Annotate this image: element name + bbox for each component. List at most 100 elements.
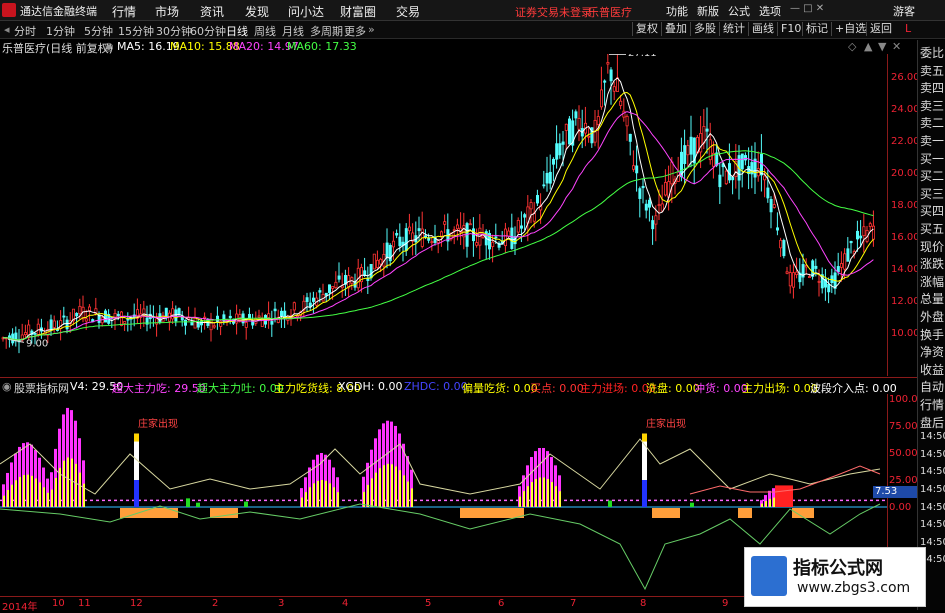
quote-panel-item[interactable]: 涨跌	[920, 255, 944, 272]
menu-zixun[interactable]: 资讯	[200, 3, 224, 20]
candle-body	[699, 133, 703, 153]
chihuo-bar	[769, 498, 771, 507]
menu-hangqing[interactable]: 行情	[112, 3, 136, 20]
candle-body	[641, 185, 645, 189]
quote-panel-item[interactable]: 卖五	[920, 62, 944, 79]
btn-f10[interactable]: F10	[777, 22, 804, 36]
chihuo-bar	[371, 478, 373, 507]
menu-gongneng[interactable]: 功能	[666, 3, 688, 19]
chihuo-bar	[301, 497, 303, 507]
chihuo-bar	[391, 464, 393, 507]
menu-wenxiaoda[interactable]: 问小达	[288, 3, 324, 20]
candle-body	[766, 187, 770, 199]
btn-fanhui[interactable]: 返回	[866, 22, 895, 36]
up-icon[interactable]: ▲	[864, 40, 872, 53]
quote-panel-item[interactable]: 14:50	[920, 466, 945, 477]
menu-shichang[interactable]: 市场	[155, 3, 179, 20]
candle-body	[507, 230, 511, 237]
close-icon[interactable]: ✕	[892, 40, 901, 53]
quote-panel-item[interactable]: 买四	[920, 202, 944, 219]
quote-panel-item[interactable]: 涨幅	[920, 273, 944, 290]
period-15min[interactable]: 15分钟	[118, 23, 154, 39]
x-tick-label: 9	[722, 598, 729, 609]
btn-diejia[interactable]: 叠加	[661, 22, 690, 36]
watermark-url: www.zbgs3.com	[797, 580, 911, 596]
menu-jiaoyi[interactable]: 交易	[396, 3, 420, 20]
btn-biaoji[interactable]: 标记	[802, 22, 831, 36]
period-more[interactable]: 更多	[344, 23, 366, 39]
candle-body	[78, 305, 82, 314]
level-badge: L	[905, 22, 912, 35]
menu-faxian[interactable]: 发现	[245, 3, 269, 20]
period-monthly[interactable]: 月线	[282, 23, 304, 39]
quote-panel-item[interactable]: 委比	[920, 44, 944, 61]
quote-panel-item[interactable]: 行情	[920, 396, 944, 413]
guest-label[interactable]: 游客	[893, 3, 915, 19]
quote-panel-item[interactable]: 14:50	[920, 431, 945, 442]
window-controls[interactable]: — □ ✕	[790, 3, 824, 14]
login-notice[interactable]: 证券交易未登录	[515, 4, 592, 20]
btn-tongji[interactable]: 统计	[719, 22, 748, 36]
chevron-right-icon[interactable]: »	[368, 23, 375, 36]
candle-body	[494, 236, 498, 239]
quote-panel-item[interactable]: 买二	[920, 167, 944, 184]
diamond-icon[interactable]: ◇	[848, 40, 856, 53]
menu-xuanxiang[interactable]: 选项	[759, 3, 781, 19]
quote-panel-item[interactable]: 买五	[920, 220, 944, 237]
candle-body	[555, 143, 559, 160]
quote-panel-item[interactable]: 现价	[920, 238, 944, 255]
period-30min[interactable]: 30分钟	[156, 23, 192, 39]
tu-bar	[244, 501, 248, 507]
indicator-legend: ◉ 股票指标网 V4: 29.50 超大主力吃: 29.50 超大主力吐: 0.…	[0, 380, 917, 395]
period-60min[interactable]: 60分钟	[190, 23, 226, 39]
quote-panel-item[interactable]: 盘后	[920, 414, 944, 431]
candle-body	[654, 215, 658, 225]
period-5min[interactable]: 5分钟	[84, 23, 113, 39]
chihuo-bar	[3, 495, 5, 507]
menu-xinban[interactable]: 新版	[697, 3, 719, 19]
candle-body	[120, 311, 124, 326]
btn-fuquan[interactable]: 复权	[632, 22, 661, 36]
menu-gongshi[interactable]: 公式	[728, 3, 750, 19]
candle-body	[772, 204, 776, 208]
settings-icon[interactable]: ◉	[104, 40, 114, 53]
x-tick-label: 11	[78, 598, 91, 609]
chevron-left-icon[interactable]: ◂	[4, 23, 10, 36]
price-chart[interactable]: 27.11 9.00	[0, 54, 887, 376]
period-multi[interactable]: 多周期	[310, 23, 343, 39]
indicator-tick-label: 50.00	[889, 448, 918, 459]
quote-panel-item[interactable]: 收益	[920, 361, 944, 378]
quote-panel-item[interactable]: 卖四	[920, 79, 944, 96]
quote-panel-item[interactable]: 卖一	[920, 132, 944, 149]
down-icon[interactable]: ▼	[878, 40, 886, 53]
menu-caifuquan[interactable]: 财富圈	[340, 3, 376, 20]
candle-body	[104, 310, 108, 323]
quote-panel-item[interactable]: 14:50	[920, 449, 945, 460]
period-1min[interactable]: 1分钟	[46, 23, 75, 39]
quote-panel-item[interactable]: 总量	[920, 290, 944, 307]
quote-panel-item[interactable]: 换手	[920, 326, 944, 343]
indicator-tick-label: 25.00	[889, 475, 918, 486]
quote-panel-item[interactable]: 卖二	[920, 114, 944, 131]
indicator-settings-icon[interactable]: ◉	[2, 380, 12, 393]
period-daily[interactable]: 日线	[226, 23, 248, 39]
candle-body	[552, 158, 556, 165]
quote-panel-item[interactable]: 净资	[920, 343, 944, 360]
period-fenshi[interactable]: 分时	[14, 23, 36, 39]
btn-duogu[interactable]: 多股	[690, 22, 719, 36]
quote-panel-item[interactable]: 14:50	[920, 502, 945, 513]
btn-huaxian[interactable]: 画线	[748, 22, 777, 36]
quote-panel-item[interactable]: 14:50	[920, 519, 945, 530]
period-weekly[interactable]: 周线	[254, 23, 276, 39]
chihuo-bar	[313, 483, 315, 507]
quote-panel-item[interactable]: 买三	[920, 185, 944, 202]
btn-zixuan[interactable]: +自选	[831, 22, 869, 36]
candle-body	[548, 171, 552, 184]
quote-panel-item[interactable]: 外盘	[920, 308, 944, 325]
quote-panel-item[interactable]: 买一	[920, 150, 944, 167]
quote-panel-item[interactable]: 14:50	[920, 484, 945, 495]
candle-body	[407, 226, 411, 232]
quote-panel-item[interactable]: 卖三	[920, 97, 944, 114]
quote-panel-item[interactable]: 自动	[920, 378, 944, 395]
price-tick-label: 20.00	[891, 168, 920, 179]
